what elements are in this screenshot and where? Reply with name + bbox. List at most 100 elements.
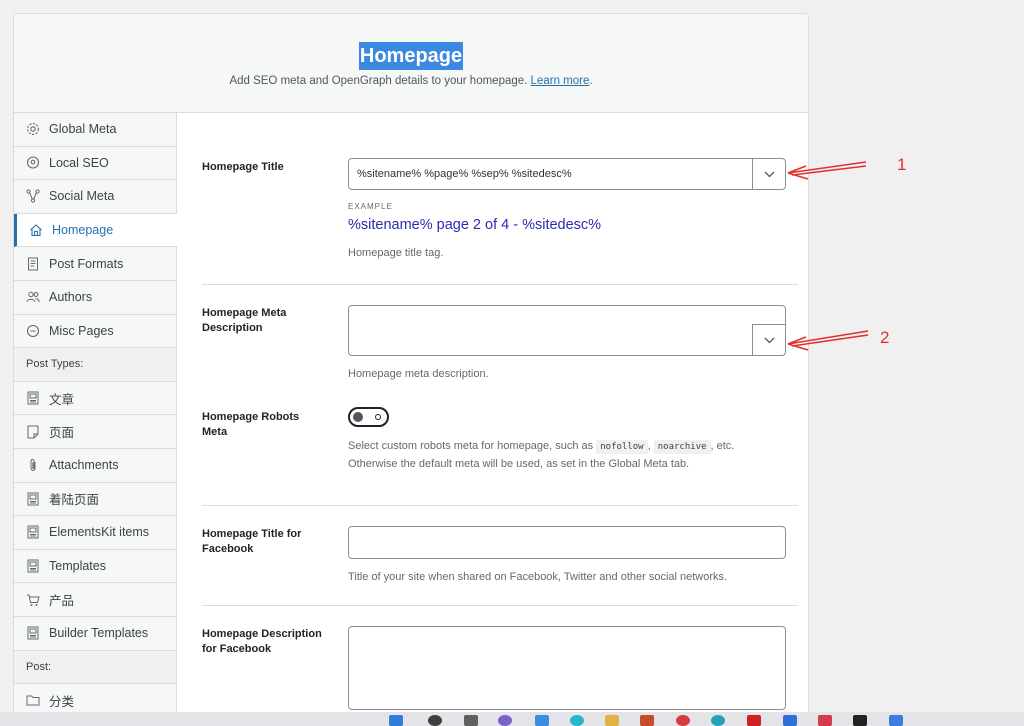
sidebar-item-pages[interactable]: 页面: [14, 415, 176, 449]
paperclip-icon: [25, 457, 41, 473]
sidebar-item-homepage[interactable]: Homepage: [14, 213, 177, 248]
sidebar-item-label: 分类: [49, 694, 75, 709]
sidebar-item-label: Misc Pages: [49, 323, 114, 338]
robots-meta-label: Homepage Robots Meta: [202, 411, 300, 438]
task-view-icon[interactable]: [464, 715, 478, 726]
toggle-off-indicator: [375, 414, 381, 420]
app-icon[interactable]: [783, 715, 797, 726]
page-subtitle: Add SEO meta and OpenGraph details to yo…: [229, 75, 593, 87]
no-icon: [25, 323, 41, 339]
fb-title-help: Title of your site when shared on Facebo…: [348, 571, 728, 583]
sidebar-item-local-seo[interactable]: Local SEO: [14, 147, 176, 181]
sidebar-item-attachments[interactable]: Attachments: [14, 449, 176, 483]
gear-icon: [25, 121, 41, 137]
fb-title-label: Homepage Title for Facebook: [202, 528, 302, 555]
windows-start-icon[interactable]: [389, 715, 403, 726]
post-types-heading: Post Types:: [14, 348, 176, 382]
sidebar-item-label: Post Formats: [49, 256, 124, 271]
sidebar-item-label: Social Meta: [49, 189, 115, 204]
meta-description-input[interactable]: [348, 305, 786, 356]
app-icon[interactable]: [853, 715, 867, 726]
sidebar-item-label: ElementsKit items: [49, 525, 150, 540]
app-icon[interactable]: [818, 715, 832, 726]
post-icon: [25, 558, 41, 574]
page-header: Homepage Add SEO meta and OpenGraph deta…: [14, 14, 808, 113]
meta-description-field-group: Homepage meta description.: [348, 305, 786, 383]
code-nofollow: nofollow: [596, 440, 648, 454]
sidebar-item-global-meta[interactable]: Global Meta: [14, 113, 176, 147]
sidebar-item-label: 产品: [49, 594, 75, 609]
fb-description-field-group: [348, 626, 786, 710]
app-icon[interactable]: [640, 715, 654, 726]
cart-icon: [25, 592, 41, 608]
sidebar-item-post-formats[interactable]: Post Formats: [14, 247, 176, 281]
homepage-title-label: Homepage Title: [202, 161, 284, 173]
page-icon: [25, 424, 41, 440]
app-icon[interactable]: [570, 715, 584, 726]
fb-title-row: Homepage Title for Facebook Title of you…: [202, 506, 798, 606]
homepage-title-row: Homepage Title %sitename% %page% %sep% %…: [202, 113, 798, 285]
robots-meta-field-group: Select custom robots meta for homepage, …: [348, 407, 786, 473]
sidebar-item-label: Authors: [49, 290, 93, 305]
example-value: %sitename% page 2 of 4 - %sitedesc%: [348, 217, 602, 233]
sidebar-item-label: 页面: [49, 426, 75, 441]
sidebar-item-misc-pages[interactable]: Misc Pages: [14, 315, 176, 349]
share-icon: [25, 188, 41, 204]
page-title: Homepage: [358, 42, 464, 70]
sidebar-item-label: Attachments: [49, 458, 119, 473]
chevron-down-icon[interactable]: [752, 159, 785, 189]
settings-content: Homepage Title %sitename% %page% %sep% %…: [202, 113, 798, 725]
sidebar-item-social-meta[interactable]: Social Meta: [14, 180, 176, 214]
app-icon[interactable]: [676, 715, 690, 726]
fb-description-input[interactable]: [348, 626, 786, 710]
sidebar-item-templates[interactable]: Templates: [14, 550, 176, 584]
sidebar-item-label: Templates: [49, 559, 106, 574]
app-icon[interactable]: [711, 715, 725, 726]
app-icon[interactable]: [535, 715, 549, 726]
users-icon: [25, 289, 41, 305]
post-heading: Post:: [14, 650, 176, 685]
homepage-title-value: %sitename% %page% %sep% %sitedesc%: [357, 168, 572, 180]
homepage-title-field-group: %sitename% %page% %sep% %sitedesc% EXAMP…: [348, 158, 786, 262]
robots-meta-row: Homepage Robots Meta Select custom robot…: [202, 405, 798, 506]
chevron-down-icon[interactable]: [752, 324, 785, 355]
sidebar-item-posts[interactable]: 文章: [14, 382, 176, 416]
home-icon: [28, 222, 44, 238]
folder-icon: [25, 692, 41, 708]
robots-meta-toggle[interactable]: [348, 407, 389, 427]
app-icon[interactable]: [747, 715, 761, 726]
code-noarchive: noarchive: [653, 440, 711, 454]
sidebar-item-landing-pages[interactable]: 着陆页面: [14, 483, 176, 517]
robots-meta-help: Select custom robots meta for homepage, …: [348, 440, 735, 470]
post-icon: [25, 625, 41, 641]
folder-icon[interactable]: [605, 715, 619, 726]
annotation-number-2: 2: [880, 328, 890, 347]
settings-sidebar: Global Meta Local SEO Social Meta Homepa…: [14, 113, 177, 725]
fb-title-input[interactable]: [348, 526, 786, 559]
sidebar-item-label: 着陆页面: [49, 493, 100, 508]
search-icon[interactable]: [428, 715, 442, 726]
homepage-title-help: Homepage title tag.: [348, 247, 444, 259]
toggle-knob: [353, 412, 363, 422]
sidebar-item-elementskit-items[interactable]: ElementsKit items: [14, 516, 176, 550]
meta-description-label: Homepage Meta Description: [202, 307, 287, 334]
post-icon: [25, 390, 41, 406]
post-icon: [25, 524, 41, 540]
app-icon[interactable]: [889, 715, 903, 726]
post-icon: [25, 491, 41, 507]
taskbar: [0, 712, 1024, 726]
sidebar-item-label: Local SEO: [49, 155, 109, 170]
sidebar-item-builder-templates[interactable]: Builder Templates: [14, 617, 176, 651]
fb-description-label: Homepage Description for Facebook: [202, 628, 322, 655]
fb-description-row: Homepage Description for Facebook: [202, 606, 798, 725]
annotation-number-1: 1: [897, 155, 907, 174]
homepage-title-input[interactable]: %sitename% %page% %sep% %sitedesc%: [348, 158, 786, 190]
meta-description-help: Homepage meta description.: [348, 368, 489, 380]
example-label: EXAMPLE: [348, 202, 393, 211]
settings-panel: Homepage Add SEO meta and OpenGraph deta…: [13, 13, 809, 726]
sidebar-item-products[interactable]: 产品: [14, 583, 176, 617]
sidebar-item-authors[interactable]: Authors: [14, 281, 176, 315]
learn-more-link[interactable]: Learn more: [531, 75, 590, 87]
meta-description-row: Homepage Meta Description Homepage meta …: [202, 285, 798, 405]
app-icon[interactable]: [498, 715, 512, 726]
